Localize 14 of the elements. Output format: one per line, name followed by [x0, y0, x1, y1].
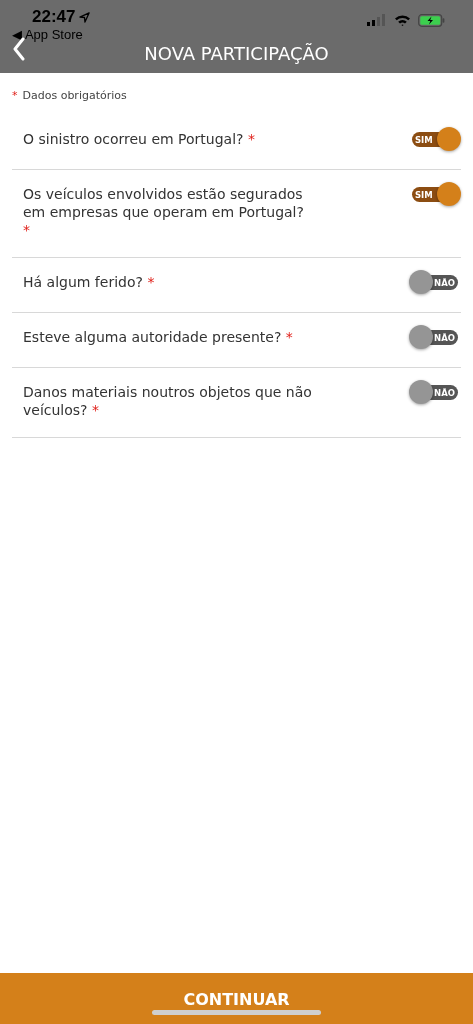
back-to-app-link[interactable]: ◀ App Store: [12, 27, 91, 42]
required-fields-note: Dados obrigatórios: [22, 89, 127, 102]
clock-time: 22:47: [32, 7, 76, 27]
question-label: Esteve alguma autoridade presente? *: [23, 328, 294, 346]
battery-charging-icon: [418, 13, 445, 27]
required-asterisk: *: [12, 89, 18, 102]
question-label: Os veículos envolvidos estão segurados em empresas que operam em Portugal? *: [23, 185, 305, 239]
location-arrow-icon: [79, 11, 91, 23]
wifi-icon: [394, 14, 411, 26]
screen-title: NOVA PARTICIPAÇÃO: [143, 43, 330, 64]
question-label: Danos materiais noutros objetos que não veículos? *: [23, 383, 313, 419]
question-label: O sinistro ocorreu em Portugal? *: [23, 130, 256, 148]
question-label: Há algum ferido? *: [23, 273, 156, 291]
signal-icon: [367, 14, 387, 26]
